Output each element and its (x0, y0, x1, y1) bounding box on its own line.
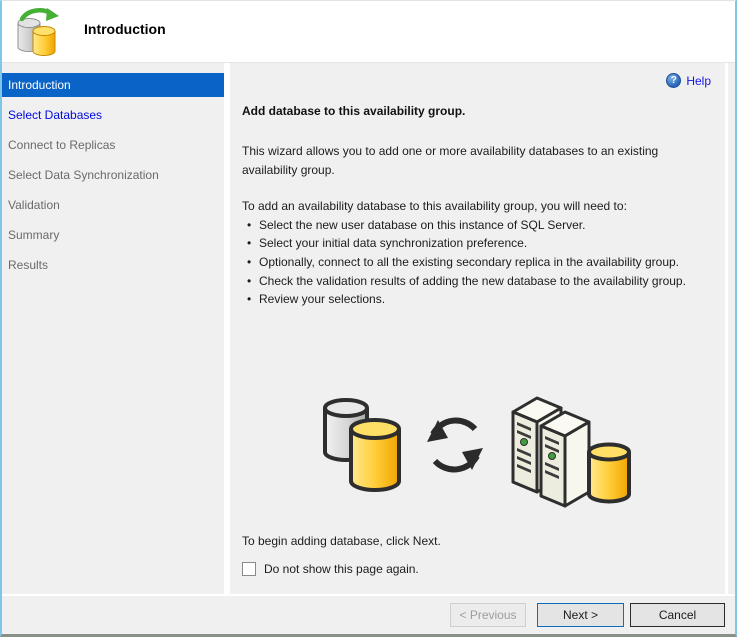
intro-paragraph: This wizard allows you to add one or mor… (242, 142, 711, 179)
databases-sync-servers-graphic (317, 386, 637, 514)
help-link-label: Help (686, 74, 711, 88)
sync-arrows-icon (427, 420, 483, 470)
step-list-item: Select the new user database on this ins… (242, 218, 711, 234)
step-list-item: Review your selections. (242, 292, 711, 308)
step-list-item: Select your initial data synchronization… (242, 236, 711, 252)
wizard-steps-sidebar: Introduction Select Databases Connect to… (2, 63, 224, 594)
cancel-button[interactable]: Cancel (630, 603, 725, 627)
database-pair-icon (325, 400, 399, 490)
begin-instruction-text: To begin adding database, click Next. (242, 534, 711, 548)
sidebar-item-introduction[interactable]: Introduction (2, 73, 224, 97)
do-not-show-checkbox[interactable] (242, 562, 256, 576)
wizard-button-bar: < Previous Next > Cancel (2, 594, 735, 634)
server-pair-icon (513, 398, 629, 506)
sidebar-item-select-databases[interactable]: Select Databases (2, 103, 224, 127)
sidebar-item-connect-to-replicas: Connect to Replicas (2, 133, 224, 157)
step-list-item: Optionally, connect to all the existing … (242, 255, 711, 271)
do-not-show-row: Do not show this page again. (242, 562, 711, 576)
wizard-header: Introduction (2, 1, 735, 63)
introduction-page-content: ? Help Add database to this availability… (230, 63, 725, 594)
do-not-show-label[interactable]: Do not show this page again. (264, 562, 419, 576)
wizard-body: Introduction Select Databases Connect to… (2, 63, 735, 594)
wizard-window: Introduction Introduction Select Databas… (0, 0, 737, 637)
sidebar-item-select-data-synchronization: Select Data Synchronization (2, 163, 224, 187)
page-heading: Add database to this availability group. (242, 104, 711, 118)
sidebar-item-results: Results (2, 253, 224, 277)
help-icon: ? (666, 73, 681, 88)
previous-button[interactable]: < Previous (450, 603, 526, 627)
sidebar-item-summary: Summary (2, 223, 224, 247)
help-link[interactable]: ? Help (666, 73, 711, 88)
next-button[interactable]: Next > (537, 603, 624, 627)
availability-database-sync-icon (14, 7, 60, 57)
sidebar-item-validation: Validation (2, 193, 224, 217)
content-right-gutter (725, 63, 735, 594)
step-list-item: Check the validation results of adding t… (242, 274, 711, 290)
steps-intro-text: To add an availability database to this … (242, 199, 711, 215)
steps-list: Select the new user database on this ins… (242, 218, 711, 308)
page-title: Introduction (84, 21, 166, 37)
